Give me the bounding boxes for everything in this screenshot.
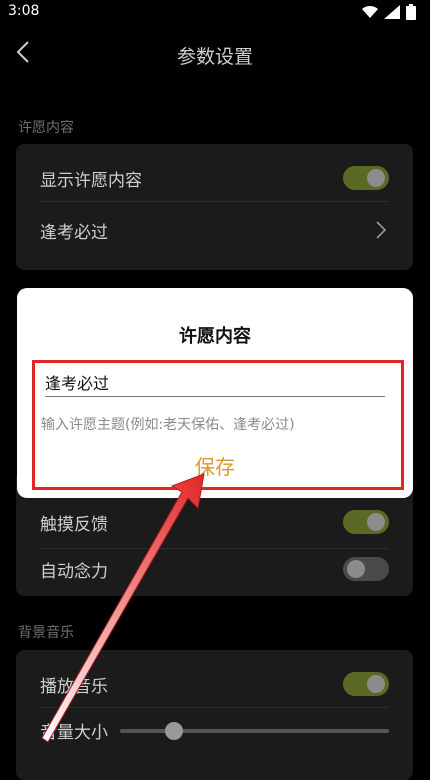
row-show-wish: 显示许愿内容 [40,150,389,206]
volume-slider-thumb[interactable] [164,722,183,740]
toggle-knob [347,560,365,578]
header: 参数设置 [0,28,430,76]
chevron-right-icon [376,221,387,239]
card-music: 播放音乐 音量大小 [16,650,413,780]
status-time: 3:08 [8,3,40,19]
volume-slider[interactable] [120,722,389,740]
toggle-auto-power[interactable] [343,557,389,581]
toggle-touch-feedback[interactable] [343,510,389,534]
row-label: 逢考必过 [40,223,108,243]
row-label: 自动念力 [40,562,108,582]
section-label-wish: 许愿内容 [18,120,74,136]
status-bar: 3:08 [0,0,430,24]
status-icons [362,4,416,20]
row-label: 显示许愿内容 [40,171,142,191]
toggle-show-wish[interactable] [343,166,389,190]
toggle-knob [367,513,385,531]
row-label: 触摸反馈 [40,515,108,535]
dialog-title: 许愿内容 [179,326,251,347]
row-volume: 音量大小 [40,702,389,758]
toggle-play-music[interactable] [343,672,389,696]
section-label-music: 背景音乐 [18,625,74,641]
row-label: 音量大小 [40,723,108,743]
row-wish-topic[interactable]: 逢考必过 [40,202,389,258]
wifi-icon [362,5,378,19]
row-auto-power: 自动念力 [40,541,389,597]
card-wish: 显示许愿内容 逢考必过 [16,144,413,270]
page-title: 参数设置 [176,46,253,68]
toggle-knob [367,169,385,187]
battery-icon [406,4,416,20]
signal-icon [384,5,400,19]
row-label: 播放音乐 [40,677,108,697]
highlight-box [32,360,404,490]
toggle-knob [367,675,385,693]
